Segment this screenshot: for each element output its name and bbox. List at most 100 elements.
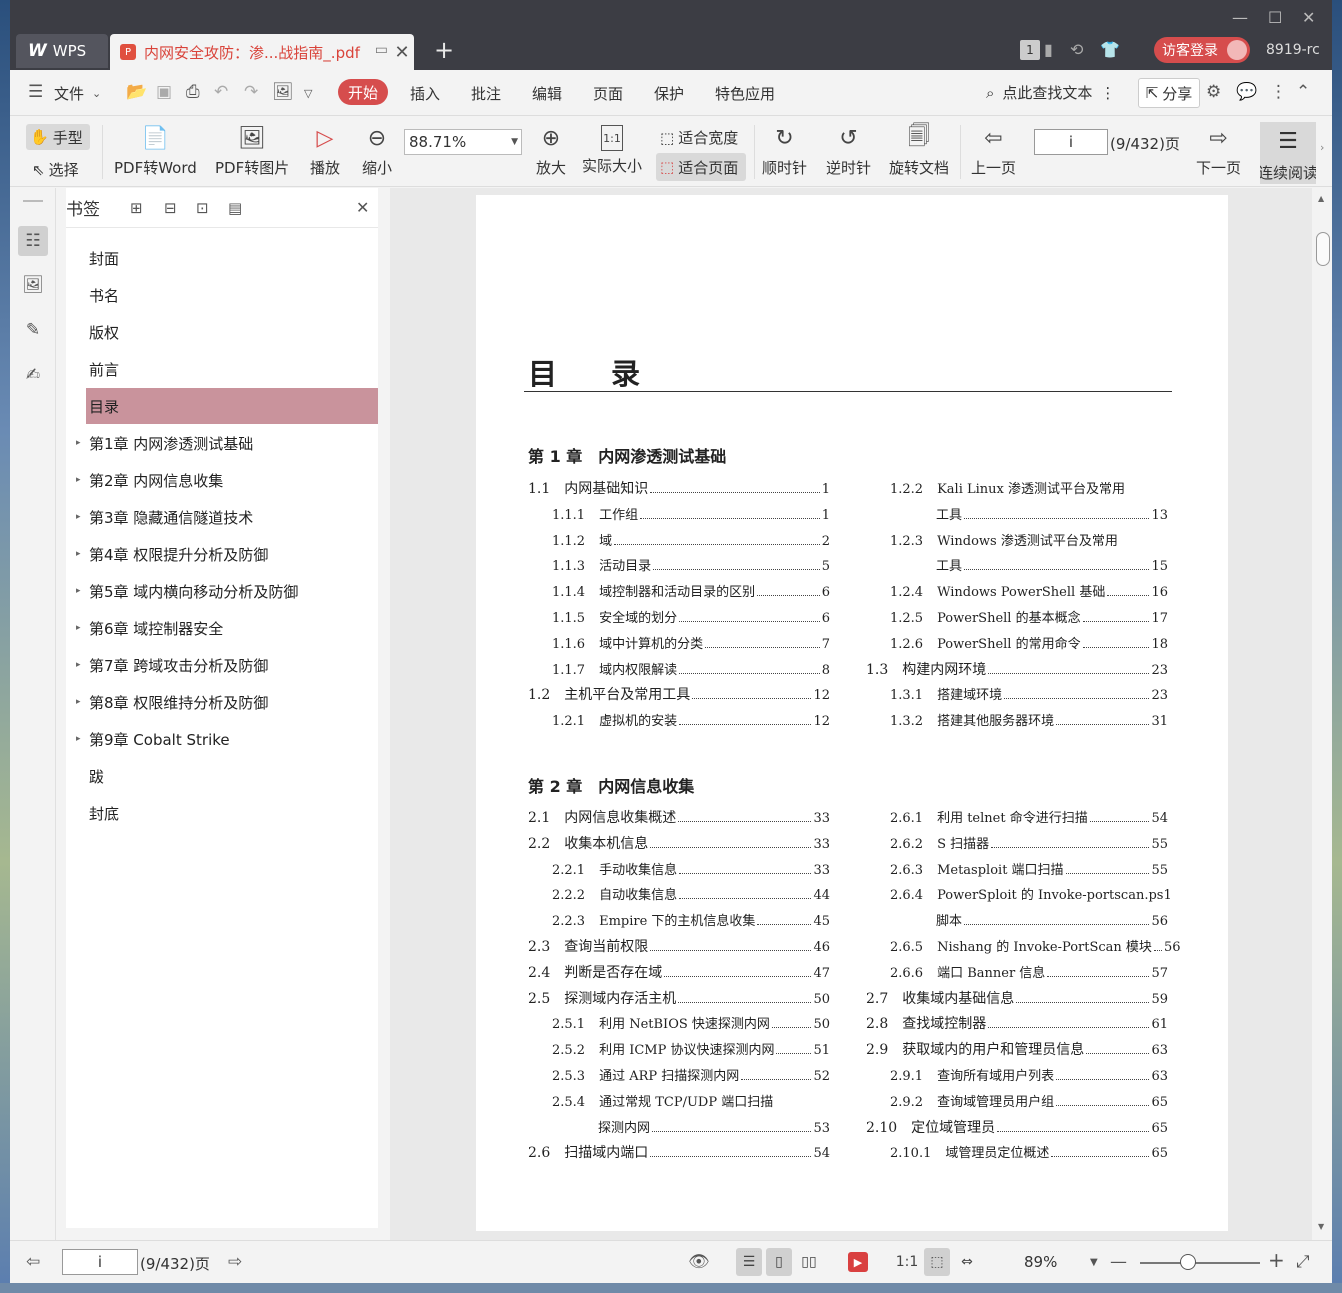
find-text-search[interactable]: ⌕ 点此查找文本 ⋮: [986, 82, 1115, 103]
toc-entry[interactable]: 1.2 主机平台及常用工具 12: [528, 684, 830, 703]
toc-entry[interactable]: 2.4 判断是否存在域 47: [528, 962, 830, 981]
window-count-badge[interactable]: 1: [1020, 40, 1040, 60]
toc-entry[interactable]: 1.2.2 Kali Linux 渗透测试平台及常用: [890, 478, 1168, 497]
chevron-down-icon[interactable]: ⌄: [92, 87, 101, 100]
toc-entry[interactable]: 2.7 收集域内基础信息 59: [866, 988, 1168, 1007]
toc-entry[interactable]: 探测内网 53: [598, 1117, 830, 1136]
menu-tab-protect[interactable]: 保护: [654, 83, 684, 104]
prev-page-icon[interactable]: ⇦: [26, 1252, 40, 1272]
next-page-icon[interactable]: ⇨: [228, 1252, 242, 1272]
redo-icon[interactable]: ↷: [244, 82, 258, 102]
comment-icon[interactable]: 💬: [1236, 82, 1257, 102]
wps-home-tab[interactable]: W WPS: [16, 34, 108, 68]
continuous-view-icon[interactable]: ☰: [736, 1248, 762, 1276]
toc-entry[interactable]: 2.6.5 Nishang 的 Invoke-PortScan 模块 56: [890, 936, 1180, 955]
pdf-to-word-button[interactable]: 📄 PDF转Word: [114, 117, 197, 178]
page-number-input[interactable]: i: [1034, 129, 1108, 155]
print-icon[interactable]: ⎙: [186, 82, 200, 102]
expand-arrow-icon[interactable]: ▸: [76, 660, 81, 670]
menu-tab-annotate[interactable]: 批注: [471, 83, 501, 104]
document-view[interactable]: 目录 第 1 章 内网渗透测试基础 第 2 章 内网信息收集 1.1 内网基础知识…: [390, 188, 1312, 1240]
toc-entry[interactable]: 1.1.4 域控制器和活动目录的区别 6: [552, 581, 830, 600]
menu-tab-insert[interactable]: 插入: [410, 83, 440, 104]
toc-entry[interactable]: 2.8 查找域控制器 61: [866, 1013, 1168, 1032]
toc-entry[interactable]: 2.6 扫描域内端口 54: [528, 1142, 830, 1161]
toc-entry[interactable]: 2.5.2 利用 ICMP 协议快速探测内网 51: [552, 1039, 830, 1058]
bookmark-item[interactable]: 目录: [86, 388, 378, 424]
toc-entry[interactable]: 2.5.4 通过常规 TCP/UDP 端口扫描: [552, 1091, 830, 1110]
more-dropdown-icon[interactable]: ▽: [304, 87, 312, 100]
toc-entry[interactable]: 1.3 构建内网环境 23: [866, 659, 1168, 678]
toc-entry[interactable]: 2.2 收集本机信息 33: [528, 833, 830, 852]
expand-arrow-icon[interactable]: ▸: [76, 512, 81, 522]
undo-icon[interactable]: ↶: [214, 82, 228, 102]
fit-width-icon[interactable]: ⇔: [954, 1248, 980, 1276]
zoom-dropdown-icon[interactable]: ▼: [1090, 1257, 1098, 1268]
cloud-sync-icon[interactable]: ⟲: [1070, 40, 1083, 59]
status-page-input[interactable]: i: [62, 1249, 138, 1275]
bookmark-item[interactable]: ▸ 第2章 内网信息收集: [76, 462, 378, 498]
guest-login-button[interactable]: 访客登录: [1154, 37, 1250, 63]
previous-page-button[interactable]: ⇦ 上一页: [971, 117, 1016, 178]
toc-entry[interactable]: 2.2.2 自动收集信息 44: [552, 884, 830, 903]
toc-entry[interactable]: 1.1.6 域中计算机的分类 7: [552, 633, 830, 652]
zoom-out-button[interactable]: ⊖ 缩小: [362, 117, 392, 178]
expand-arrow-icon[interactable]: ▸: [76, 697, 81, 707]
bookmark-item[interactable]: ▸ 第8章 权限维持分析及防御: [76, 684, 378, 720]
collapse-all-icon[interactable]: ⊟: [164, 199, 177, 217]
bookmark-item[interactable]: ▸ 第7章 跨域攻击分析及防御: [76, 647, 378, 683]
toc-entry[interactable]: 2.6.3 Metasploit 端口扫描 55: [890, 859, 1168, 878]
new-tab-button[interactable]: +: [434, 36, 454, 64]
maximize-icon[interactable]: ☐: [1268, 8, 1282, 27]
drag-handle[interactable]: [23, 200, 43, 202]
bookmark-item[interactable]: ▸ 第6章 域控制器安全: [76, 610, 378, 646]
eye-protection-icon[interactable]: 👁: [688, 1252, 710, 1272]
scroll-up-icon[interactable]: ▲: [1318, 194, 1324, 203]
signature-icon[interactable]: ✍: [18, 360, 48, 390]
toc-entry[interactable]: 1.1.1 工作组 1: [552, 504, 830, 523]
hand-tool-button[interactable]: ✋ 手型: [26, 124, 90, 150]
toc-entry[interactable]: 1.1.7 域内权限解读 8: [552, 659, 830, 678]
play-button[interactable]: ▷ 播放: [310, 117, 340, 178]
vertical-scrollbar[interactable]: ▲ ▼: [1312, 188, 1332, 1240]
bookmark-item[interactable]: 前言: [86, 351, 378, 387]
menu-tab-page[interactable]: 页面: [593, 83, 623, 104]
menu-tab-start[interactable]: 开始: [338, 79, 388, 105]
scrollbar-thumb[interactable]: [1316, 232, 1330, 266]
bookmark-options-icon[interactable]: ▤: [228, 199, 242, 217]
select-tool-button[interactable]: ⇖ 选择: [32, 159, 79, 180]
toc-entry[interactable]: 1.2.6 PowerShell 的常用命令 18: [890, 633, 1168, 652]
toc-entry[interactable]: 2.1 内网信息收集概述 33: [528, 807, 830, 826]
bookmark-item[interactable]: ▸ 第9章 Cobalt Strike: [76, 721, 378, 757]
zoom-slider-knob[interactable]: [1180, 1254, 1196, 1270]
panel-toggle-icon[interactable]: ▮: [1044, 40, 1053, 59]
menu-tab-edit[interactable]: 编辑: [532, 83, 562, 104]
toc-entry[interactable]: 1.2.4 Windows PowerShell 基础 16: [890, 581, 1168, 600]
actual-size-button[interactable]: 1:1 实际大小: [582, 117, 642, 176]
add-bookmark-icon[interactable]: ⊡: [196, 199, 209, 217]
bookmark-item[interactable]: ▸ 第4章 权限提升分析及防御: [76, 536, 378, 572]
expand-all-icon[interactable]: ⊞: [130, 199, 143, 217]
skin-shirt-icon[interactable]: 👕: [1100, 40, 1120, 59]
bookmark-item[interactable]: 跋: [86, 758, 378, 794]
toc-entry[interactable]: 1.1.2 域 2: [552, 530, 830, 549]
minimize-icon[interactable]: —: [1232, 8, 1248, 27]
toc-entry[interactable]: 2.5.1 利用 NetBIOS 快速探测内网 50: [552, 1013, 830, 1032]
toc-entry[interactable]: 1.3.1 搭建域环境 23: [890, 684, 1168, 703]
thumbnail-icon[interactable]: 🖼: [18, 270, 48, 300]
toc-entry[interactable]: 2.6.6 端口 Banner 信息 57: [890, 962, 1168, 981]
bookmark-item[interactable]: ▸ 第5章 域内横向移动分析及防御: [76, 573, 378, 609]
toc-entry[interactable]: 工具 15: [936, 555, 1168, 574]
fullscreen-icon[interactable]: ⤢: [1296, 1252, 1310, 1272]
toc-entry[interactable]: 1.2.3 Windows 渗透测试平台及常用: [890, 530, 1168, 549]
rotate-counterclockwise-button[interactable]: ↺ 逆时针: [826, 117, 871, 178]
hamburger-menu-icon[interactable]: ☰: [28, 82, 43, 102]
toc-entry[interactable]: 2.9 获取域内的用户和管理员信息 63: [866, 1039, 1168, 1058]
toc-entry[interactable]: 2.9.2 查询域管理员用户组 65: [890, 1091, 1168, 1110]
bookmark-item[interactable]: 封底: [86, 795, 378, 831]
toc-entry[interactable]: 1.1.5 安全域的划分 6: [552, 607, 830, 626]
more-vertical-icon[interactable]: ⋮: [1100, 84, 1115, 102]
expand-arrow-icon[interactable]: ▸: [76, 623, 81, 633]
zoom-dropdown-icon[interactable]: ▼: [511, 137, 518, 147]
bookmark-item[interactable]: 封面: [86, 240, 378, 276]
